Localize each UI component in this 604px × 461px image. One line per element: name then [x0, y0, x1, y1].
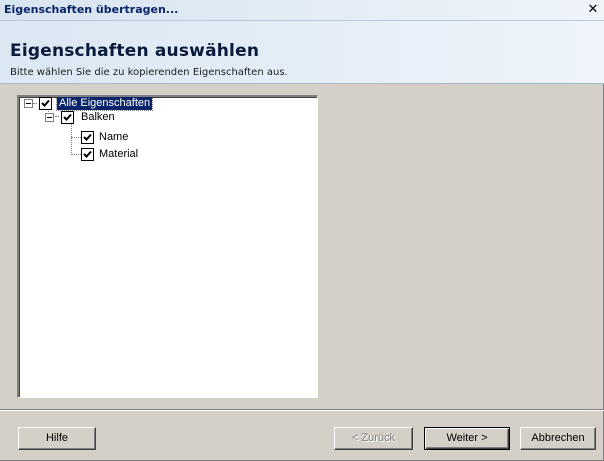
- close-icon[interactable]: ✕: [586, 2, 600, 17]
- back-button[interactable]: < Zurück: [334, 427, 413, 450]
- group-checkbox[interactable]: [61, 111, 74, 124]
- window-title: Eigenschaften übertragen...: [4, 3, 179, 16]
- root-checkbox[interactable]: [39, 97, 52, 110]
- checkmark-icon: [83, 150, 92, 158]
- tree-node-name[interactable]: Name: [19, 131, 299, 144]
- page-title: Eigenschaften auswählen: [10, 41, 260, 61]
- tree-node-group[interactable]: Balken: [19, 111, 299, 124]
- wizard-header: Eigenschaften auswählen Bitte wählen Sie…: [0, 21, 604, 84]
- footer-separator: [0, 409, 604, 411]
- tree-node-material[interactable]: Material: [19, 148, 299, 161]
- material-checkbox[interactable]: [81, 148, 94, 161]
- tree-node-label: Material: [99, 148, 139, 160]
- checkmark-icon: [83, 133, 92, 141]
- tree-node-label: Alle Eigenschaften: [55, 96, 154, 111]
- properties-tree[interactable]: Alle Eigenschaften Balken Name Material: [17, 95, 318, 398]
- tree-node-root[interactable]: Alle Eigenschaften: [19, 96, 299, 111]
- checkmark-icon: [63, 113, 72, 121]
- tree-node-label: Balken: [81, 111, 115, 123]
- name-checkbox[interactable]: [81, 131, 94, 144]
- next-button[interactable]: Weiter >: [424, 427, 510, 450]
- wizard-window: Eigenschaften übertragen... ✕ Eigenschaf…: [0, 0, 604, 461]
- tree-node-label: Name: [99, 131, 129, 143]
- help-button[interactable]: Hilfe: [18, 427, 96, 450]
- collapse-icon[interactable]: [45, 113, 54, 122]
- collapse-icon[interactable]: [24, 99, 33, 108]
- title-bar: Eigenschaften übertragen... ✕: [0, 0, 604, 21]
- page-subtitle: Bitte wählen Sie die zu kopierenden Eige…: [10, 67, 288, 78]
- cancel-button[interactable]: Abbrechen: [520, 427, 596, 450]
- checkmark-icon: [41, 99, 50, 107]
